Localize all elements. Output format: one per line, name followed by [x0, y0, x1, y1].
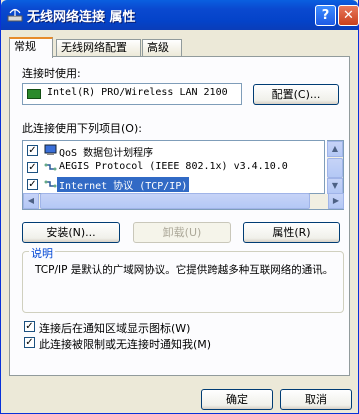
scroll-up-arrow-icon[interactable]: ▲	[327, 141, 343, 157]
item-checkbox[interactable]: ✓	[27, 145, 38, 156]
help-button[interactable]: ?	[315, 5, 336, 26]
item-checkbox[interactable]: ✓	[27, 162, 38, 173]
list-item[interactable]: ✓ AEGIS Protocol (IEEE 802.1x) v3.4.10.0	[23, 159, 313, 176]
notify-label: 此连接被限制或无连接时通知我(M)	[39, 338, 212, 351]
protocol-icon	[44, 180, 57, 188]
properties-window: 无线网络连接 属性 ? ✕ 常规 无线网络配置 高级 连接时使用: Intel(…	[0, 0, 359, 414]
device-name: Intel(R) PRO/Wireless LAN 2100	[47, 87, 228, 98]
cancel-button[interactable]: 取消	[280, 389, 352, 410]
properties-button[interactable]: 属性(R)	[243, 222, 340, 243]
protocol-icon	[44, 163, 57, 171]
components-list[interactable]: ✓ QoS 数据包计划程序 ✓ AEGIS Protocol (IEEE 802…	[22, 140, 325, 194]
items-label: 此连接使用下列项目(O):	[22, 122, 142, 135]
tab-label: 无线网络配置	[61, 41, 127, 54]
scroll-right-arrow-icon[interactable]: ▶	[328, 193, 344, 209]
notify-checkbox[interactable]: ✓	[24, 337, 35, 348]
scroll-left-arrow-icon[interactable]: ◀	[23, 193, 39, 209]
network-adapter-icon	[27, 89, 41, 99]
title-bar[interactable]: 无线网络连接 属性 ? ✕	[1, 0, 359, 30]
connect-using-label: 连接时使用:	[22, 67, 81, 80]
show-icon-option[interactable]: ✓ 连接后在通知区域显示图标(W)	[24, 320, 324, 335]
list-item-selected[interactable]: ✓ Internet 协议 (TCP/IP)	[23, 176, 313, 193]
description-group: 说明 TCP/IP 是默认的广域网协议。它提供跨越多种互联网络的通讯。	[22, 245, 344, 313]
tab-label: 常规	[14, 40, 36, 53]
description-text: TCP/IP 是默认的广域网协议。它提供跨越多种互联网络的通讯。	[35, 264, 334, 276]
list-vertical-scrollbar[interactable]: ▲ ▼	[327, 140, 344, 194]
network-connection-icon	[7, 8, 23, 22]
description-title: 说明	[29, 245, 55, 261]
show-icon-checkbox[interactable]: ✓	[24, 321, 35, 332]
tab-general[interactable]: 常规	[9, 37, 53, 58]
scroll-thumb[interactable]	[327, 158, 343, 178]
item-text: Internet 协议 (TCP/IP)	[57, 177, 190, 192]
show-icon-label: 连接后在通知区域显示图标(W)	[39, 322, 191, 335]
scroll-thumb[interactable]	[40, 193, 310, 209]
uninstall-button[interactable]: 卸载(U)	[133, 222, 231, 243]
configure-button[interactable]: 配置(C)...	[253, 84, 339, 105]
general-panel: 连接时使用: Intel(R) PRO/Wireless LAN 2100 配置…	[9, 56, 350, 376]
window-title: 无线网络连接 属性	[27, 10, 136, 25]
item-text: QoS 数据包计划程序	[59, 148, 154, 159]
install-button[interactable]: 安装(N)...	[22, 222, 120, 243]
list-horizontal-scrollbar[interactable]: ◀ ▶	[22, 193, 344, 210]
item-checkbox[interactable]: ✓	[27, 179, 38, 190]
tab-advanced[interactable]: 高级	[142, 39, 182, 56]
close-button[interactable]: ✕	[338, 5, 359, 26]
tab-wireless-config[interactable]: 无线网络配置	[56, 39, 141, 56]
ok-button[interactable]: 确定	[201, 389, 273, 410]
tab-label: 高级	[147, 41, 169, 54]
qos-icon	[44, 144, 57, 155]
device-field: Intel(R) PRO/Wireless LAN 2100	[22, 83, 242, 105]
notify-option[interactable]: ✓ 此连接被限制或无连接时通知我(M)	[24, 336, 324, 351]
scroll-down-arrow-icon[interactable]: ▼	[327, 178, 343, 194]
list-item[interactable]: ✓ QoS 数据包计划程序	[23, 142, 313, 159]
item-text: AEGIS Protocol (IEEE 802.1x) v3.4.10.0	[59, 161, 288, 172]
